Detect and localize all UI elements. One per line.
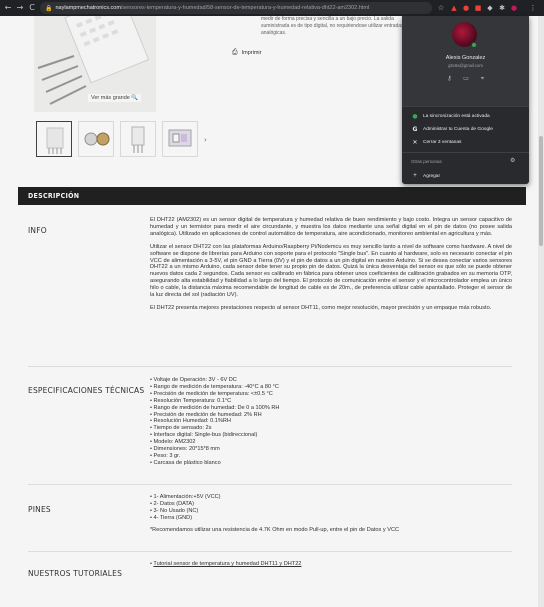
tutorials-list: Tutorial sensor de temperatura y humedad… <box>150 561 512 568</box>
divider <box>28 366 512 367</box>
list-item: Precisión de medición de humedad: 2% RH <box>150 412 512 419</box>
list-item: 2- Datos (DATA) <box>150 501 512 508</box>
scrollbar-thumb[interactable] <box>539 136 543 246</box>
sync-status-dot <box>471 42 477 48</box>
zoom-button[interactable]: Ver más grande 🔍 <box>88 94 142 102</box>
extension-icon[interactable]: ▲ <box>449 3 459 13</box>
list-item: Tiempo de sensado: 2s <box>150 425 512 432</box>
thumbnail-1[interactable] <box>36 121 72 157</box>
product-intro: medir de forma precisa y sencilla a un b… <box>261 16 404 36</box>
info-title: INFO <box>28 226 47 235</box>
list-item: Carcasa de plástico blanco <box>150 460 512 467</box>
list-item: 1- Alimentación:+5V (VCC) <box>150 494 512 501</box>
forward-icon[interactable]: → <box>14 1 26 15</box>
divider <box>402 152 529 153</box>
extension-icon[interactable]: ● <box>461 3 471 13</box>
thumbnail-4[interactable] <box>162 121 198 157</box>
profile-actions: ⚷ ▭ ⌖ <box>445 74 487 83</box>
url-text: naylampmechatronics.com/sensores-tempera… <box>55 5 370 11</box>
divider <box>28 551 512 552</box>
info-paragraph: Utilizar el sensor DHT22 con las platafo… <box>150 243 512 299</box>
location-icon[interactable]: ⌖ <box>478 74 487 83</box>
back-icon[interactable]: ← <box>2 1 14 15</box>
chevron-right-icon[interactable]: › <box>204 136 212 144</box>
specs-title: ESPECIFICACIONES TÉCNICAS <box>28 386 145 395</box>
thumbnail-2[interactable] <box>78 121 114 157</box>
scrollbar[interactable] <box>538 16 544 607</box>
list-item: Tutorial sensor de temperatura y humedad… <box>150 561 512 568</box>
specs-body: Voltaje de Operación: 3V - 6V DC Rango d… <box>150 377 512 467</box>
list-item: Dimensiones: 20*15*8 mm <box>150 446 512 453</box>
list-item: Peso: 3 gr. <box>150 453 512 460</box>
close-windows-button[interactable]: ✕ Cerrar 3 ventanas <box>402 136 529 148</box>
info-body: El DHT22 (AM2302) es un sensor digital d… <box>150 217 512 318</box>
add-person-row[interactable]: + Agregar <box>402 170 529 182</box>
manage-account-link[interactable]: G Administrar tu Cuenta de Google <box>402 123 529 135</box>
list-item: Voltaje de Operación: 3V - 6V DC <box>150 377 512 384</box>
list-item: Modelo: AM2302 <box>150 439 512 446</box>
magnifier-icon: 🔍 <box>131 95 139 101</box>
info-paragraph: El DHT22 (AM2302) es un sensor digital d… <box>150 217 512 237</box>
divider <box>402 106 529 107</box>
print-button[interactable]: ⎙ Imprimir <box>232 48 261 57</box>
list-item: Resolución Temperatura: 0.1°C <box>150 398 512 405</box>
pines-body: 1- Alimentación:+5V (VCC) 2- Datos (DATA… <box>150 494 512 540</box>
list-item: 4- Tierra (GND) <box>150 515 512 522</box>
description-header: DESCRIPCIÓN <box>18 187 526 205</box>
tutorials-body: Tutorial sensor de temperatura y humedad… <box>150 561 512 568</box>
google-icon: G <box>412 125 418 133</box>
extension-icon[interactable]: ◆ <box>485 3 495 13</box>
list-item: Rango de medición de temperatura: -40°C … <box>150 384 512 391</box>
close-icon: ✕ <box>412 138 418 146</box>
printer-icon: ⎙ <box>232 48 238 56</box>
reload-icon[interactable]: C <box>26 1 38 15</box>
card-icon[interactable]: ▭ <box>462 74 471 83</box>
sync-icon: ● <box>412 112 418 120</box>
extension-icon[interactable]: ✱ <box>497 3 507 13</box>
others-label: Otras personas <box>411 159 442 164</box>
info-paragraph: El DHT22 presenta mejores prestaciones r… <box>150 304 492 311</box>
key-icon[interactable]: ⚷ <box>445 74 454 83</box>
pines-note: *Recomendamos utilizar una resistencia d… <box>150 526 400 533</box>
plus-icon: + <box>413 173 417 179</box>
list-item: 3- No Usado (NC) <box>150 508 512 515</box>
lock-icon: 🔒 <box>45 4 53 12</box>
profile-avatar-icon[interactable]: ● <box>509 3 519 13</box>
address-bar[interactable]: 🔒 naylampmechatronics.com/sensores-tempe… <box>40 2 432 14</box>
list-item: Precisión de medición de temperatura: <±… <box>150 391 512 398</box>
profile-popup: Alexis Gonzalez g5c8a@gmail.com ⚷ ▭ ⌖ ● … <box>402 16 529 184</box>
menu-icon[interactable]: ⋮ <box>528 3 538 13</box>
pines-title: PINES <box>28 505 51 514</box>
pines-list: 1- Alimentación:+5V (VCC) 2- Datos (DATA… <box>150 494 512 522</box>
sync-status[interactable]: ● La sincronización está activada <box>402 110 529 122</box>
list-item: Resolución Humedad: 0.1%RH <box>150 418 512 425</box>
profile-email: g5c8a@gmail.com <box>448 63 483 68</box>
star-icon[interactable]: ☆ <box>436 3 446 13</box>
list-item: Interface digital: Single-bus (bidirecci… <box>150 432 512 439</box>
tutorial-link[interactable]: Tutorial sensor de temperatura y humedad… <box>153 561 301 567</box>
profile-name: Alexis Gonzalez <box>445 55 486 61</box>
gear-icon[interactable]: ⚙ <box>510 157 515 164</box>
thumbnail-3[interactable] <box>120 121 156 157</box>
specs-list: Voltaje de Operación: 3V - 6V DC Rango d… <box>150 377 512 467</box>
list-item: Rango de medición de humedad: De 0 a 100… <box>150 405 512 412</box>
divider <box>28 484 512 485</box>
tutorials-title: NUESTROS TUTORIALES <box>28 569 123 578</box>
browser-toolbar: ← → C 🔒 naylampmechatronics.com/sensores… <box>0 0 544 16</box>
extension-icon[interactable]: ■ <box>473 3 483 13</box>
